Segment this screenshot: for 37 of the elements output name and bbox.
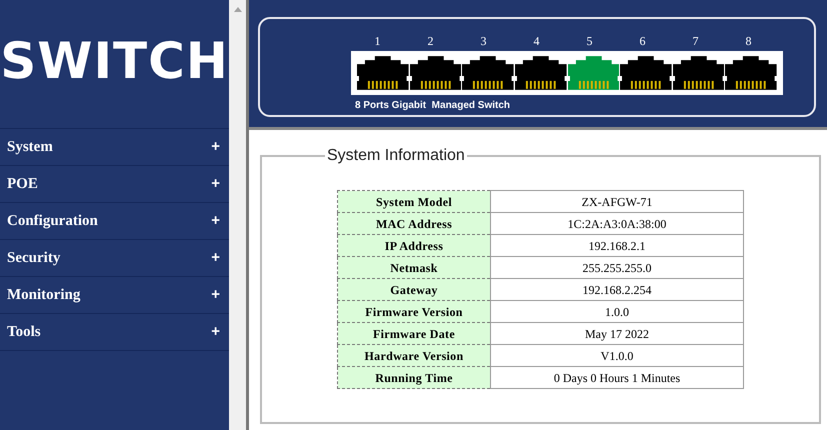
scrollbar[interactable]: [229, 0, 249, 430]
field-label: Gateway: [338, 278, 490, 300]
field-label: IP Address: [338, 234, 490, 256]
field-label: Netmask: [338, 256, 490, 278]
port-number: 7: [692, 33, 700, 50]
logo: SWITCH: [0, 36, 229, 86]
field-label: Firmware Version: [338, 300, 490, 322]
section-title: System Information: [326, 146, 466, 166]
field-value: ZX-AFGW-71: [490, 190, 744, 212]
field-value: 0 Days 0 Hours 1 Minutes: [490, 366, 744, 388]
expand-icon[interactable]: +: [211, 210, 220, 232]
port-number: 5: [586, 33, 594, 50]
field-label: MAC Address: [338, 212, 490, 234]
port-number: 2: [426, 33, 434, 50]
field-label: System Model: [338, 190, 490, 212]
port-number: 4: [532, 33, 540, 50]
scroll-up-icon[interactable]: [234, 7, 242, 12]
field-value: V1.0.0: [490, 344, 744, 366]
expand-icon[interactable]: +: [211, 136, 220, 158]
field-value: 255.255.255.0: [490, 256, 744, 278]
field-value: 1.0.0: [490, 300, 744, 322]
expand-icon[interactable]: +: [211, 320, 220, 344]
field-label: Firmware Date: [338, 322, 490, 344]
field-value: May 17 2022: [490, 322, 744, 344]
device-caption: 8 Ports Gigabit Managed Switch: [355, 99, 510, 113]
port-number: 3: [480, 33, 488, 50]
port-number: 1: [374, 33, 382, 50]
port-number: 8: [744, 33, 752, 50]
expand-icon[interactable]: +: [211, 284, 220, 306]
field-value: 1C:2A:A3:0A:38:00: [490, 212, 744, 234]
field-label: Hardware Version: [338, 344, 490, 366]
field-value: 192.168.2.254: [490, 278, 744, 300]
field-value: 192.168.2.1: [490, 234, 744, 256]
field-label: Running Time: [338, 366, 490, 388]
expand-icon[interactable]: +: [211, 172, 220, 196]
expand-icon[interactable]: +: [211, 246, 220, 270]
port-number: 6: [638, 33, 646, 50]
